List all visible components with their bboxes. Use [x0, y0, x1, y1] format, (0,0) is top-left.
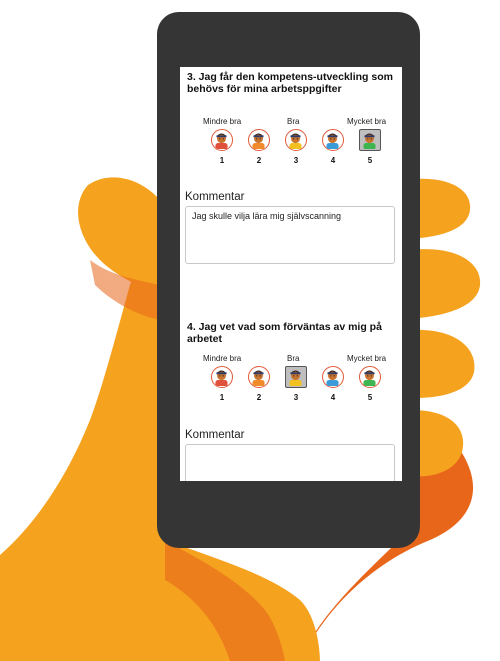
avatar-face-icon	[211, 366, 233, 388]
rating-option-4[interactable]: 4	[319, 366, 347, 408]
scale-label-high: Mycket bra	[347, 354, 387, 363]
rating-option-3[interactable]: 3	[282, 366, 310, 408]
avatar-face-icon	[359, 366, 381, 388]
rating-number: 1	[219, 156, 225, 165]
avatar-face-icon	[285, 366, 307, 388]
survey-screen: 3. Jag får den kompetens-utveckling som …	[180, 67, 402, 481]
comment-label-q4: Kommentar	[185, 429, 245, 441]
avatar-face-icon	[285, 129, 307, 151]
rating-option-2[interactable]: 2	[245, 366, 273, 408]
question-3-title: 3. Jag får den kompetens-utveckling som …	[187, 71, 393, 95]
comment-label-q3: Kommentar	[185, 191, 245, 203]
rating-number: 3	[293, 156, 299, 165]
avatar-face-icon	[248, 129, 270, 151]
rating-number: 3	[293, 393, 299, 402]
rating-number: 2	[256, 393, 262, 402]
scale-label-low: Mindre bra	[203, 354, 242, 363]
avatar-face-icon	[322, 366, 344, 388]
avatar-face-icon	[248, 366, 270, 388]
scale-label-mid: Bra	[287, 117, 300, 126]
avatar-face-icon	[211, 129, 233, 151]
rating-option-1[interactable]: 1	[208, 366, 236, 408]
scale-label-high: Mycket bra	[347, 117, 387, 126]
scale-label-mid: Bra	[287, 354, 300, 363]
question-4-title: 4. Jag vet vad som förväntas av mig på a…	[187, 321, 382, 345]
rating-option-5[interactable]: 5	[356, 129, 384, 171]
rating-scale-q3: Mindre bra Bra Mycket bra 1 2 3 4 5	[182, 117, 400, 177]
scale-label-low: Mindre bra	[203, 117, 242, 126]
rating-number: 1	[219, 393, 225, 402]
rating-number: 2	[256, 156, 262, 165]
rating-option-4[interactable]: 4	[319, 129, 347, 171]
rating-number: 5	[367, 156, 373, 165]
avatar-face-icon	[322, 129, 344, 151]
rating-number: 4	[330, 156, 336, 165]
rating-option-5[interactable]: 5	[356, 366, 384, 408]
rating-option-1[interactable]: 1	[208, 129, 236, 171]
rating-number: 5	[367, 393, 373, 402]
comment-field-q3[interactable]: Jag skulle vilja lära mig självscanning	[185, 206, 395, 264]
rating-number: 4	[330, 393, 336, 402]
rating-option-3[interactable]: 3	[282, 129, 310, 171]
rating-scale-q4: Mindre bra Bra Mycket bra 1 2 3 4 5	[182, 354, 400, 414]
comment-field-q4[interactable]	[185, 444, 395, 481]
avatar-face-icon	[359, 129, 381, 151]
rating-option-2[interactable]: 2	[245, 129, 273, 171]
